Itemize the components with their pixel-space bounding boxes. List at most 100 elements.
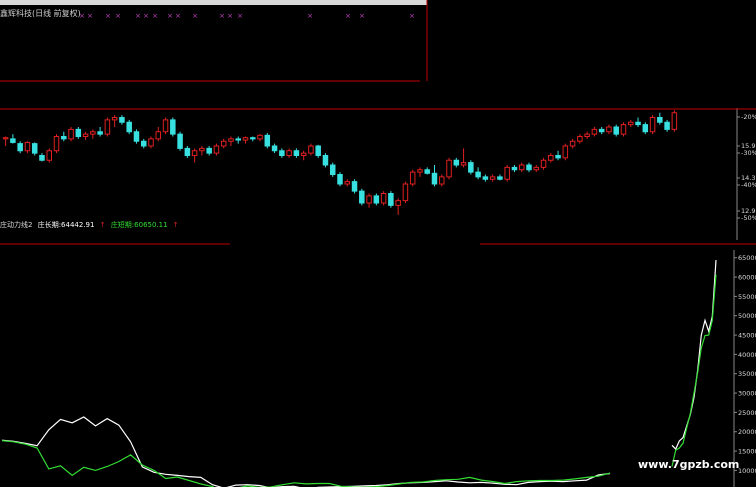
- legend-long-arrow: ↑: [99, 221, 106, 229]
- candle-down: [75, 128, 82, 137]
- candle-down: [293, 150, 300, 156]
- price-tick-label: -50%: [741, 214, 756, 222]
- candle-down: [322, 155, 329, 166]
- candle-down: [598, 128, 605, 133]
- candle-down: [555, 155, 561, 159]
- candle-up: [584, 133, 590, 137]
- indicator-name: 庄动力线2: [0, 221, 33, 229]
- legend-long-term: 庄长期:64442.91: [37, 221, 95, 229]
- candle-down: [119, 117, 125, 123]
- candle-up: [220, 140, 227, 147]
- candle-down: [642, 124, 649, 133]
- candle-up: [671, 112, 678, 130]
- candle-down: [17, 143, 23, 152]
- candle-down: [184, 147, 191, 156]
- signal-marker: ×: [105, 12, 111, 20]
- candle-down: [351, 181, 358, 192]
- long-term-line-recent: [671, 260, 717, 451]
- candle-up: [548, 155, 554, 161]
- candle-up: [2, 137, 9, 140]
- candle-up: [300, 152, 307, 156]
- candle-up: [111, 117, 118, 121]
- candle-down: [206, 147, 212, 154]
- candle-up: [591, 128, 598, 135]
- signal-marker: ×: [219, 12, 225, 20]
- signal-marker: ×: [175, 12, 181, 20]
- candle-up: [409, 171, 416, 185]
- candle-down: [497, 176, 503, 180]
- candle-down: [511, 166, 518, 171]
- indicator-tick-label: 30000: [738, 390, 756, 398]
- candle-up: [460, 162, 467, 166]
- indicator-tick-label: 65000: [738, 254, 756, 262]
- candle-up: [242, 137, 249, 141]
- indicator-lines: [1, 260, 717, 487]
- candle-up: [489, 176, 496, 180]
- candle-down: [235, 138, 241, 141]
- candle-down: [373, 195, 380, 204]
- candle-down: [482, 176, 489, 180]
- candle-up: [518, 164, 525, 171]
- stock-chart: ××××××××××××××××× -20%15.95-30%14.36-40%…: [0, 0, 756, 487]
- candle-up: [439, 176, 445, 185]
- candle-down: [453, 159, 460, 166]
- candle-down: [424, 169, 430, 174]
- indicator-axis: 65000 60000 55000 50000 45000 40000 35000 30000…: [733, 250, 756, 487]
- candle-down: [61, 136, 67, 140]
- candle-down: [635, 121, 641, 126]
- indicator-tick-label: 45000: [738, 332, 756, 340]
- candle-up: [82, 133, 89, 137]
- candle-up: [213, 145, 220, 154]
- signal-marker: ×: [192, 12, 198, 20]
- signal-marker: ×: [87, 12, 93, 20]
- candle-up: [199, 147, 205, 152]
- candle-up: [228, 138, 234, 142]
- candle-up: [577, 136, 583, 142]
- candle-up: [90, 131, 96, 135]
- candle-up: [569, 140, 576, 147]
- candle-up: [286, 150, 292, 156]
- candle-down: [329, 164, 336, 175]
- signal-marker: ×: [307, 12, 313, 20]
- candle-up: [162, 119, 169, 133]
- candle-down: [613, 126, 619, 135]
- candle-up: [627, 121, 634, 126]
- candle-up: [540, 159, 547, 168]
- signal-marker: ×: [359, 12, 365, 20]
- candle-down: [39, 155, 45, 161]
- price-axis: -20%15.95-30%14.36-40%12.92-50%: [0, 0, 756, 245]
- signal-marker: ×: [143, 12, 149, 20]
- indicator-tick-label: 60000: [738, 274, 756, 282]
- signal-marker: ×: [152, 12, 158, 20]
- candle-down: [431, 172, 438, 185]
- candle-down: [657, 117, 663, 123]
- signal-marker: ×: [115, 12, 121, 20]
- indicator-tick-label: 35000: [738, 370, 756, 378]
- candle-up: [606, 126, 612, 133]
- candle-up: [308, 145, 314, 154]
- candle-up: [417, 169, 423, 173]
- indicator-tick-label: 50000: [738, 312, 756, 320]
- candle-up: [155, 131, 162, 140]
- candle-up: [562, 145, 569, 159]
- signal-markers: × × × × × × × × × × × × × × × × ×: [79, 12, 415, 20]
- price-tick-label: -20%: [741, 113, 756, 121]
- signal-marker: ×: [237, 12, 243, 20]
- candle-down: [359, 190, 365, 204]
- indicator-tick-label: 40000: [738, 351, 756, 359]
- candle-down: [31, 143, 38, 154]
- candle-up: [380, 193, 387, 204]
- candle-up: [620, 124, 627, 135]
- candle-down: [526, 164, 532, 171]
- candle-down: [279, 150, 285, 156]
- indicator-tick-label: 10000: [738, 467, 756, 475]
- candle-up: [148, 138, 154, 147]
- short-term-line: [1, 440, 611, 487]
- candle-down: [170, 119, 176, 135]
- indicator-tick-label: 55000: [738, 293, 756, 301]
- signal-marker: ×: [135, 12, 141, 20]
- price-tick-label: -30%: [741, 149, 756, 157]
- candle-up: [68, 128, 74, 140]
- candle-up: [344, 181, 351, 185]
- indicator-tick-label: 15000: [738, 448, 756, 456]
